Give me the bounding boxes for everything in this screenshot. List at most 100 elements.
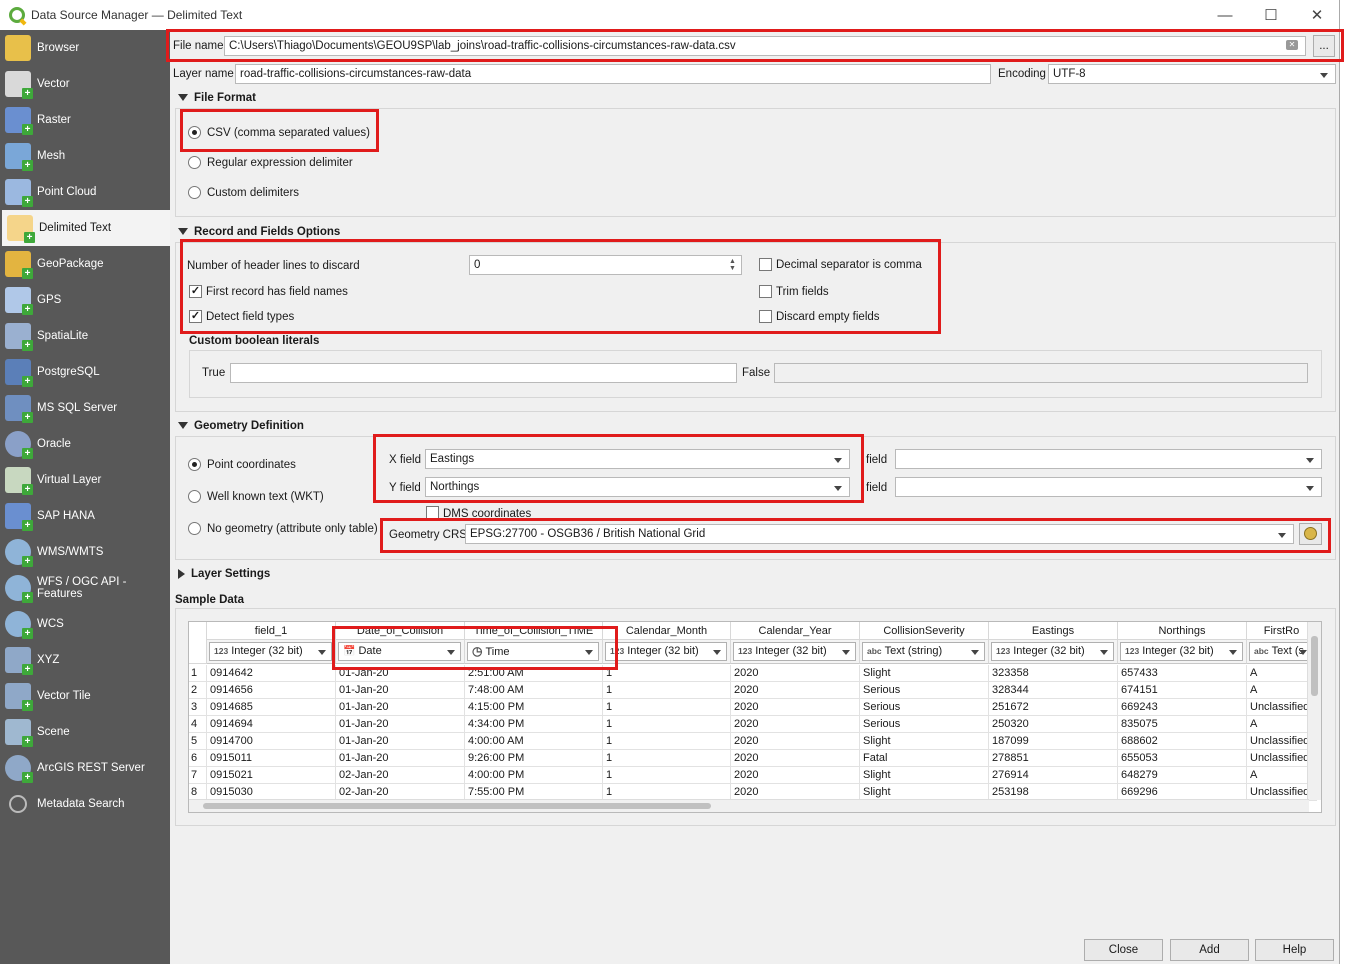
- column-type-select[interactable]: ◷ Time: [467, 642, 599, 661]
- point-coordinates-radio[interactable]: [188, 458, 201, 471]
- geometry-header[interactable]: Geometry Definition: [178, 420, 304, 432]
- plus-icon: +: [22, 268, 33, 279]
- discard-empty-checkbox[interactable]: [759, 310, 772, 323]
- column-header[interactable]: field_1: [207, 622, 336, 640]
- table-cell: 2020: [731, 733, 860, 750]
- column-type-select[interactable]: 123 Integer (32 bit): [1120, 642, 1243, 661]
- sample-data-table[interactable]: field_1 123 Integer (32 bit) Date_of_Collis…: [188, 621, 1322, 813]
- sidebar-item-sap-hana[interactable]: + SAP HANA: [0, 498, 170, 534]
- sidebar-item-xyz[interactable]: + XYZ: [0, 642, 170, 678]
- sidebar-item-label: SAP HANA: [37, 510, 95, 522]
- crs-select[interactable]: EPSG:27700 - OSGB36 / British National G…: [465, 524, 1294, 544]
- close-window-button[interactable]: ✕: [1294, 0, 1340, 30]
- crs-selector-button[interactable]: [1299, 523, 1322, 545]
- scroll-thumb[interactable]: [1311, 636, 1318, 696]
- table-cell: 01-Jan-20: [336, 682, 465, 699]
- sidebar-item-geopackage[interactable]: + GeoPackage: [0, 246, 170, 282]
- sidebar-item-ms-sql-server[interactable]: + MS SQL Server: [0, 390, 170, 426]
- sidebar-item-arcgis-rest-server[interactable]: + ArcGIS REST Server: [0, 750, 170, 786]
- first-record-checkbox[interactable]: ✓: [189, 285, 202, 298]
- add-button[interactable]: Add: [1170, 939, 1249, 961]
- sidebar-item-wcs[interactable]: + WCS: [0, 606, 170, 642]
- decimal-comma-checkbox[interactable]: [759, 258, 772, 271]
- dms-checkbox[interactable]: [426, 506, 439, 519]
- column-header[interactable]: Calendar_Year: [731, 622, 860, 640]
- trim-fields-checkbox[interactable]: [759, 285, 772, 298]
- maximize-button[interactable]: ☐: [1248, 0, 1294, 30]
- sidebar-item-point-cloud[interactable]: + Point Cloud: [0, 174, 170, 210]
- minimize-button[interactable]: —: [1202, 0, 1248, 30]
- sidebar-item-vector-tile[interactable]: + Vector Tile: [0, 678, 170, 714]
- true-input[interactable]: [230, 363, 737, 383]
- no-geometry-radio[interactable]: [188, 522, 201, 535]
- sidebar-item-raster[interactable]: + Raster: [0, 102, 170, 138]
- csv-radio[interactable]: [188, 126, 201, 139]
- column-header[interactable]: Eastings: [989, 622, 1118, 640]
- table-cell: 4:34:00 PM: [465, 716, 603, 733]
- wkt-radio[interactable]: [188, 490, 201, 503]
- table-cell: 278851: [989, 750, 1118, 767]
- sidebar-item-wfs-ogc-api-features[interactable]: + WFS / OGC API - Features: [0, 570, 170, 606]
- spin-arrows-icon[interactable]: ▲ ▼: [729, 258, 736, 272]
- column-type-cell: 📅 Date: [336, 640, 465, 664]
- sidebar-item-oracle[interactable]: + Oracle: [0, 426, 170, 462]
- column-header[interactable]: CollisionSeverity: [860, 622, 989, 640]
- plus-icon: +: [22, 520, 33, 531]
- z-field-select[interactable]: [895, 449, 1322, 469]
- help-button[interactable]: Help: [1255, 939, 1334, 961]
- false-label: False: [742, 367, 771, 379]
- false-input[interactable]: [774, 363, 1308, 383]
- column-type-cell: abc Text (string): [860, 640, 989, 664]
- no-geometry-label: No geometry (attribute only table): [207, 523, 378, 535]
- sidebar-item-wms-wmts[interactable]: + WMS/WMTS: [0, 534, 170, 570]
- column-type-select[interactable]: abc Text (string): [862, 642, 985, 661]
- file-name-input[interactable]: C:\Users\Thiago\Documents\GEOU9SP\lab_jo…: [224, 36, 1306, 56]
- layer-settings-header[interactable]: Layer Settings: [178, 568, 270, 580]
- column-type-value: Text (s: [1271, 645, 1305, 657]
- column-header[interactable]: Date_of_Collision: [336, 622, 465, 640]
- sidebar-item-virtual-layer[interactable]: + Virtual Layer: [0, 462, 170, 498]
- table-cell: 0914700: [207, 733, 336, 750]
- close-button[interactable]: Close: [1084, 939, 1163, 961]
- sidebar-item-vector[interactable]: + Vector: [0, 66, 170, 102]
- sidebar-item-postgresql[interactable]: + PostgreSQL: [0, 354, 170, 390]
- vertical-scrollbar[interactable]: [1307, 622, 1321, 800]
- sidebar-item-spatialite[interactable]: + SpatiaLite: [0, 318, 170, 354]
- m-field-select[interactable]: [895, 477, 1322, 497]
- table-cell: Fatal: [860, 750, 989, 767]
- scroll-thumb[interactable]: [203, 803, 711, 809]
- detect-types-checkbox[interactable]: ✓: [189, 310, 202, 323]
- column-header[interactable]: Calendar_Month: [603, 622, 731, 640]
- column-type-select[interactable]: 123 Integer (32 bit): [605, 642, 727, 661]
- column-type-select[interactable]: 123 Integer (32 bit): [991, 642, 1114, 661]
- table-row: 3 0914685 01-Jan-20 4:15:00 PM 1 2020 Serious 2…: [189, 699, 1321, 716]
- sidebar-item-scene[interactable]: + Scene: [0, 714, 170, 750]
- column-header[interactable]: Time_of_Collision_TIME: [465, 622, 603, 640]
- column-type-select[interactable]: 123 Integer (32 bit): [733, 642, 856, 661]
- regex-radio[interactable]: [188, 156, 201, 169]
- column-header[interactable]: Northings: [1118, 622, 1247, 640]
- y-field-select[interactable]: Northings: [425, 477, 850, 497]
- sidebar-item-metadata-search[interactable]: Metadata Search: [0, 786, 170, 822]
- file-format-header[interactable]: File Format: [178, 92, 256, 104]
- sidebar-item-mesh[interactable]: + Mesh: [0, 138, 170, 174]
- x-field-select[interactable]: Eastings: [425, 449, 850, 469]
- encoding-select[interactable]: UTF-8: [1048, 64, 1336, 84]
- custom-delimiters-radio[interactable]: [188, 186, 201, 199]
- column-type-select[interactable]: abc Text (s: [1249, 642, 1313, 661]
- table-row: 5 0914700 01-Jan-20 4:00:00 AM 1 2020 Slight 18…: [189, 733, 1321, 750]
- column-type-select[interactable]: 📅 Date: [338, 642, 461, 661]
- header-lines-spinbox[interactable]: 0: [469, 255, 742, 275]
- column-type-select[interactable]: 123 Integer (32 bit): [209, 642, 332, 661]
- clear-icon[interactable]: ✕: [1286, 40, 1298, 50]
- layer-name-input[interactable]: road-traffic-collisions-circumstances-ra…: [235, 64, 991, 84]
- browse-button[interactable]: ...: [1313, 35, 1335, 57]
- point-coordinates-label: Point coordinates: [207, 459, 296, 471]
- record-options-header[interactable]: Record and Fields Options: [178, 226, 340, 238]
- collapse-icon: [178, 228, 188, 236]
- table-corner: [189, 622, 207, 664]
- sidebar-item-gps[interactable]: + GPS: [0, 282, 170, 318]
- sidebar-item-delimited-text[interactable]: + Delimited Text: [2, 210, 170, 246]
- horizontal-scrollbar[interactable]: [189, 799, 1309, 812]
- sidebar-item-browser[interactable]: Browser: [0, 30, 170, 66]
